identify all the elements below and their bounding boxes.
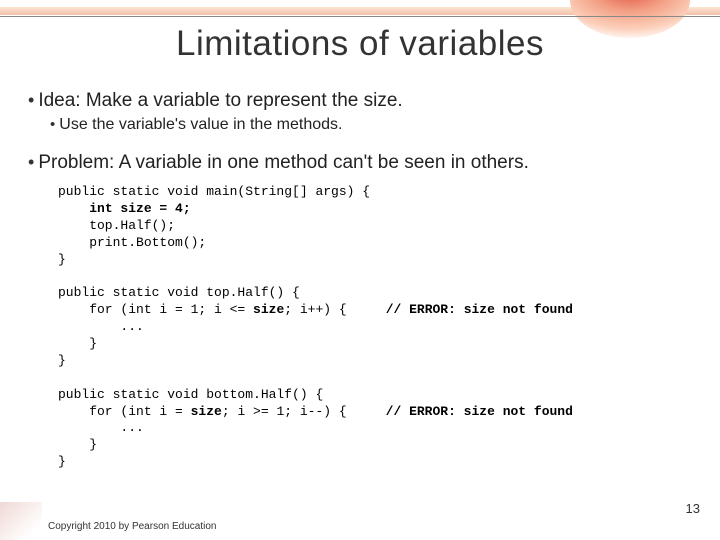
bullet-idea: • Idea: Make a variable to represent the… <box>28 90 700 112</box>
copyright-footer: Copyright 2010 by Pearson Education <box>48 521 216 532</box>
corner-decoration <box>0 502 42 540</box>
sub-bullet-idea: • Use the variable's value in the method… <box>50 116 700 134</box>
bullet-text: Idea: Make a variable to represent the s… <box>38 90 402 112</box>
bullet-problem: • Problem: A variable in one method can'… <box>28 152 700 174</box>
page-number: 13 <box>686 501 700 516</box>
bullet-text: Problem: A variable in one method can't … <box>38 152 529 174</box>
content-area: • Idea: Make a variable to represent the… <box>28 90 700 471</box>
code-block: public static void main(String[] args) {… <box>58 184 700 471</box>
sub-bullet-icon: • <box>50 116 55 133</box>
slide-title: Limitations of variables <box>0 24 720 64</box>
bullet-icon: • <box>28 152 34 173</box>
sub-bullet-text: Use the variable's value in the methods. <box>59 116 342 134</box>
bullet-icon: • <box>28 90 34 111</box>
divider-line <box>0 16 720 17</box>
